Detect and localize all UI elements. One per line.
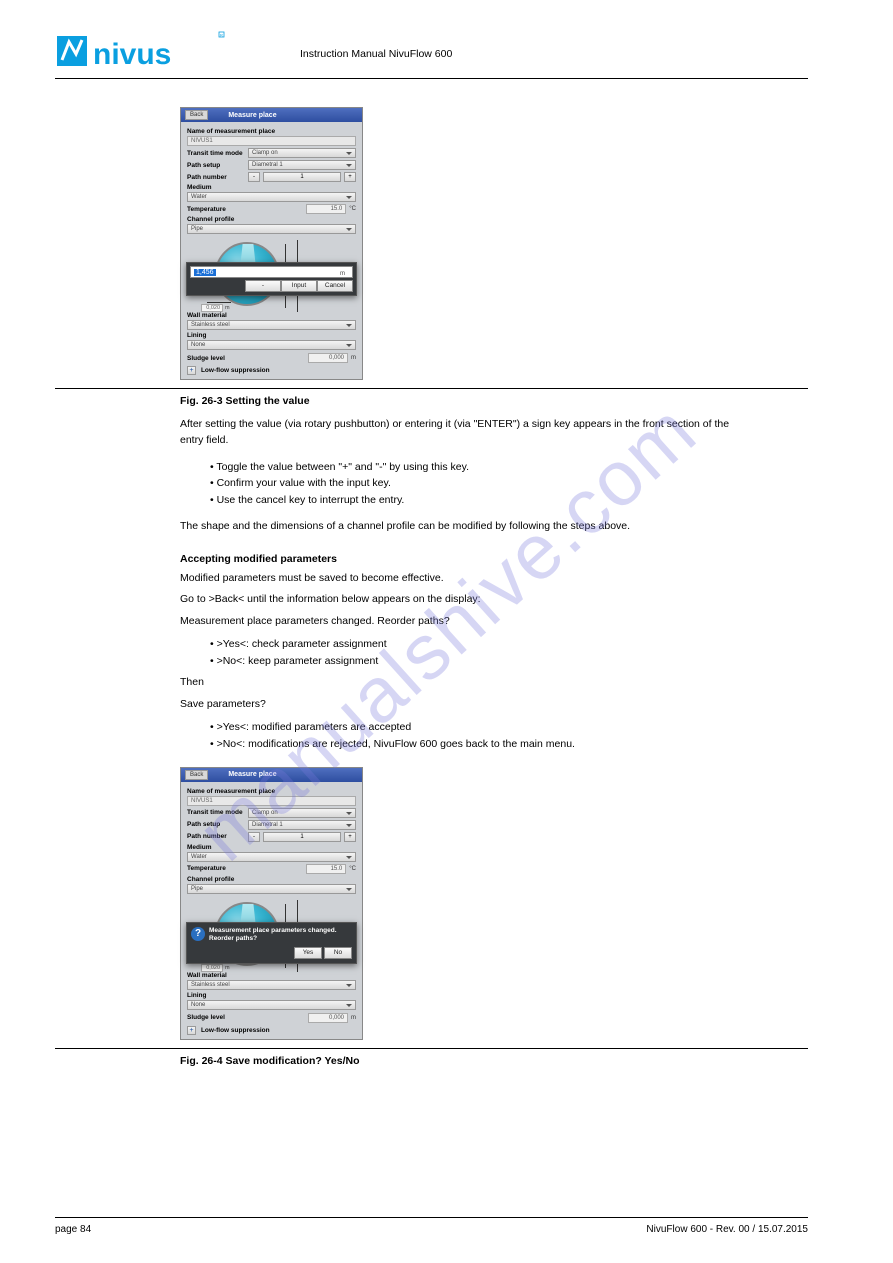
sludge-value[interactable]: 0,000 — [308, 353, 348, 363]
reorder-paths-dialog: ? Measurement place parameters changed. … — [186, 922, 357, 965]
svg-text:nivus: nivus — [93, 38, 171, 71]
dim-bot[interactable]: 0,020 — [201, 304, 223, 312]
divider — [55, 1048, 808, 1049]
transit-select[interactable]: Clamp on — [248, 808, 356, 818]
figure-caption: Fig. 26-3 Setting the value — [180, 395, 808, 407]
path-number-label: Path number — [187, 833, 245, 840]
question-icon: ? — [191, 927, 205, 941]
section-heading: Accepting modified parameters — [180, 553, 808, 565]
svg-text:R: R — [220, 33, 223, 38]
overlay-value-input[interactable]: 1,456 — [190, 266, 353, 278]
profile-label: Channel profile — [187, 216, 356, 223]
path-number-label: Path number — [187, 174, 245, 181]
body-text: Save parameters? — [180, 697, 755, 713]
profile-label: Channel profile — [187, 876, 356, 883]
overlay-input-button[interactable]: Input — [281, 280, 317, 292]
sludge-value[interactable]: 0,000 — [308, 1013, 348, 1023]
transit-select[interactable]: Clamp on — [248, 148, 356, 158]
list-item: • Toggle the value between "+" and "-" b… — [210, 459, 808, 476]
value-input-overlay: 1,456 m - Input Cancel — [186, 262, 357, 296]
footer-page: page 84 — [55, 1224, 91, 1235]
path-setup-label: Path setup — [187, 162, 245, 169]
body-text: Then — [180, 675, 755, 691]
dialog-yes-button[interactable]: Yes — [294, 947, 322, 959]
wall-select[interactable]: Stainless steel — [187, 980, 356, 990]
transit-label: Transit time mode — [187, 150, 245, 157]
lining-select[interactable]: None — [187, 1000, 356, 1010]
body-text: The shape and the dimensions of a channe… — [180, 519, 755, 535]
body-text: After setting the value (via rotary push… — [180, 417, 755, 449]
path-setup-select[interactable]: Diametral 1 — [248, 820, 356, 830]
list-item: • Confirm your value with the input key. — [210, 475, 808, 492]
dim-unit: m — [225, 965, 230, 971]
page-footer: page 84 NivuFlow 600 - Rev. 00 / 15.07.2… — [55, 1217, 808, 1235]
figure-caption: Fig. 26-4 Save modification? Yes/No — [180, 1055, 808, 1067]
path-number-value: 1 — [263, 172, 341, 182]
overlay-sign-button[interactable]: - — [245, 280, 281, 292]
profile-select[interactable]: Pipe — [187, 224, 356, 234]
dialog-no-button[interactable]: No — [324, 947, 352, 959]
list-item: • >Yes<: modified parameters are accepte… — [210, 719, 808, 736]
wall-select[interactable]: Stainless steel — [187, 320, 356, 330]
list-item: • >No<: keep parameter assignment — [210, 653, 808, 670]
profile-select[interactable]: Pipe — [187, 884, 356, 894]
body-text: Go to >Back< until the information below… — [180, 592, 755, 608]
expand-icon[interactable]: + — [187, 1026, 196, 1035]
sludge-unit: m — [351, 355, 356, 361]
temp-value[interactable]: 15.0 — [306, 204, 346, 214]
back-button[interactable]: Back — [185, 770, 208, 780]
name-field[interactable]: NIVUS1 — [187, 136, 356, 146]
list-item: • Use the cancel key to interrupt the en… — [210, 492, 808, 509]
sludge-label: Sludge level — [187, 1014, 245, 1021]
lowflow-label: Low-flow suppression — [201, 1027, 270, 1034]
lining-label: Lining — [187, 992, 356, 999]
name-label: Name of measurement place — [187, 788, 356, 795]
dialog-message: Measurement place parameters changed. Re… — [209, 927, 352, 944]
sludge-unit: m — [351, 1015, 356, 1021]
path-number-value: 1 — [263, 832, 341, 842]
body-text: Modified parameters must be saved to bec… — [180, 571, 755, 587]
wall-label: Wall material — [187, 972, 356, 979]
medium-select[interactable]: Water — [187, 192, 356, 202]
wall-label: Wall material — [187, 312, 356, 319]
path-minus-button[interactable]: - — [248, 832, 260, 842]
footer-doc: NivuFlow 600 - Rev. 00 / 15.07.2015 — [646, 1224, 808, 1235]
list-item: • >Yes<: check parameter assignment — [210, 636, 808, 653]
name-label: Name of measurement place — [187, 128, 356, 135]
path-plus-button[interactable]: + — [344, 832, 356, 842]
temp-unit: °C — [349, 206, 356, 212]
lining-label: Lining — [187, 332, 356, 339]
temp-label: Temperature — [187, 865, 245, 872]
dim-unit: m — [225, 305, 230, 311]
lining-select[interactable]: None — [187, 340, 356, 350]
temp-unit: °C — [349, 866, 356, 872]
path-minus-button[interactable]: - — [248, 172, 260, 182]
window-title: Measure place — [228, 112, 276, 119]
path-plus-button[interactable]: + — [344, 172, 356, 182]
path-setup-label: Path setup — [187, 821, 245, 828]
name-field[interactable]: NIVUS1 — [187, 796, 356, 806]
medium-select[interactable]: Water — [187, 852, 356, 862]
temp-label: Temperature — [187, 206, 245, 213]
divider — [55, 388, 808, 389]
overlay-cancel-button[interactable]: Cancel — [317, 280, 353, 292]
screenshot-measure-place-input: Back Measure place Name of measurement p… — [180, 107, 363, 380]
path-setup-select[interactable]: Diametral 1 — [248, 160, 356, 170]
medium-label: Medium — [187, 844, 356, 851]
sludge-label: Sludge level — [187, 355, 245, 362]
screenshot-reorder-paths: Back Measure place Name of measurement p… — [180, 767, 363, 1040]
temp-value[interactable]: 15.0 — [306, 864, 346, 874]
lowflow-label: Low-flow suppression — [201, 367, 270, 374]
section-title: Instruction Manual NivuFlow 600 — [300, 48, 808, 60]
transit-label: Transit time mode — [187, 809, 245, 816]
list-item: • >No<: modifications are rejected, Nivu… — [210, 736, 808, 753]
back-button[interactable]: Back — [185, 110, 208, 120]
expand-icon[interactable]: + — [187, 366, 196, 375]
divider — [55, 78, 808, 79]
overlay-unit: m — [340, 271, 345, 277]
medium-label: Medium — [187, 184, 356, 191]
window-title: Measure place — [228, 771, 276, 778]
dim-bot[interactable]: 0,020 — [201, 964, 223, 972]
body-text: Measurement place parameters changed. Re… — [180, 614, 755, 630]
